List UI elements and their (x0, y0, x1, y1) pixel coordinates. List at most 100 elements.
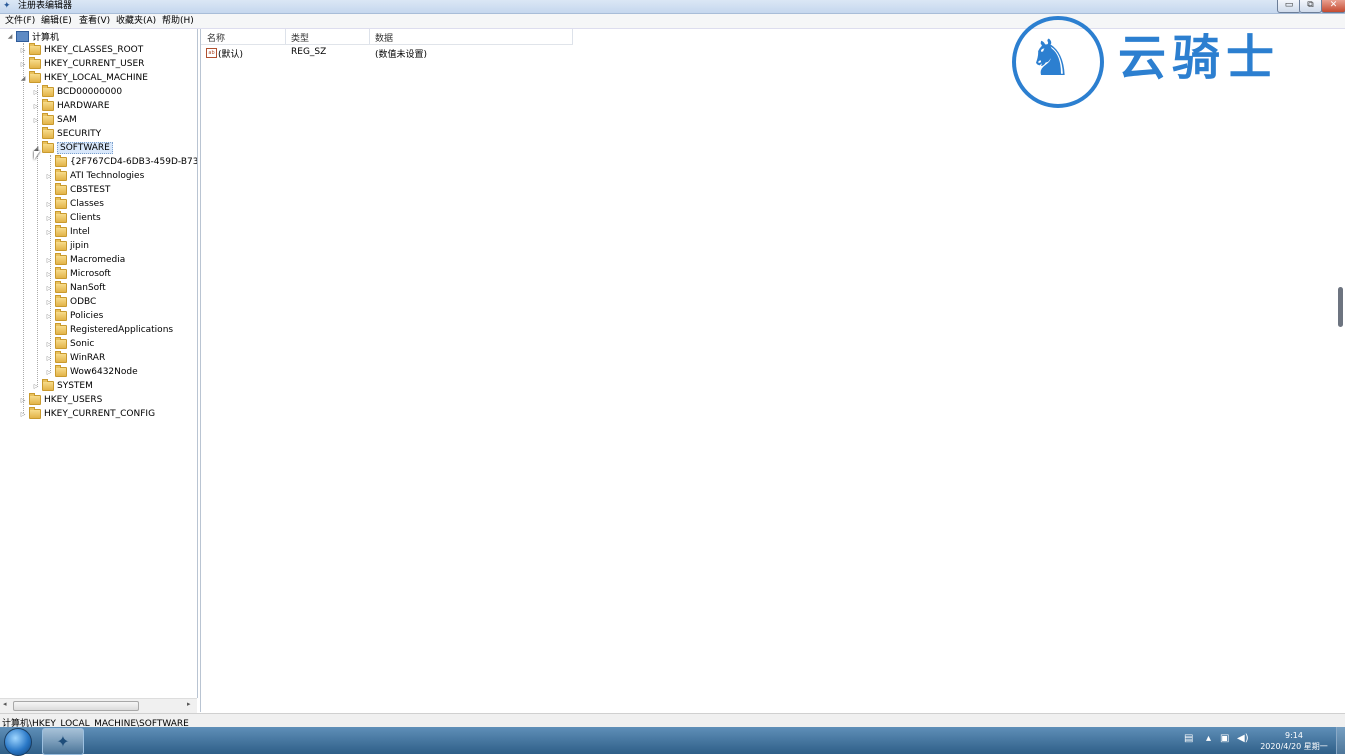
collapsed-arrow-icon[interactable]: ▷ (45, 355, 53, 362)
collapsed-arrow-icon[interactable]: ▷ (45, 369, 53, 376)
tree-label: HARDWARE (57, 101, 110, 111)
collapsed-arrow-icon[interactable]: ▷ (19, 61, 27, 68)
tree-item-hku[interactable]: ▷ HKEY_USERS (19, 393, 102, 407)
collapsed-arrow-icon[interactable]: ▷ (19, 397, 27, 404)
collapsed-arrow-icon[interactable]: ▷ (19, 411, 27, 418)
menu-help[interactable]: 帮助(H) (162, 15, 194, 27)
collapsed-arrow-icon[interactable]: ▷ (19, 47, 27, 54)
tray-expand-icon[interactable]: ▴ (1206, 733, 1211, 744)
folder-icon (55, 183, 67, 195)
tree-item-software-child[interactable]: ▷ ATI Technologies (45, 169, 144, 183)
tree-item-system[interactable]: ▷ SYSTEM (32, 379, 93, 393)
column-divider[interactable] (369, 29, 370, 44)
tree-item-software-child[interactable]: ▷ Policies (45, 309, 103, 323)
tree-item-hkcc[interactable]: ▷ HKEY_CURRENT_CONFIG (19, 407, 155, 421)
keyboard-icon[interactable]: ▤ (1184, 733, 1193, 744)
expanded-arrow-icon[interactable]: ◢ (6, 33, 14, 40)
tree-root-computer[interactable]: ◢ 计算机 (6, 29, 59, 43)
tree-item-sam[interactable]: ▷ SAM (32, 113, 77, 127)
menu-favorites[interactable]: 收藏夹(A) (116, 15, 156, 27)
collapsed-arrow-icon[interactable]: ▷ (45, 341, 53, 348)
tree-label: Macromedia (70, 255, 126, 265)
scrollbar-thumb[interactable] (13, 701, 139, 711)
collapsed-arrow-icon[interactable]: ▷ (45, 229, 53, 236)
tree-item-software-child[interactable]: ▷ Sonic (45, 337, 94, 351)
collapsed-arrow-icon[interactable]: ▷ (45, 271, 53, 278)
clock[interactable]: 9:14 2020/4/20 星期一 (1255, 730, 1333, 752)
collapsed-arrow-icon[interactable]: ▷ (45, 215, 53, 222)
value-data: (数值未设置) (375, 50, 428, 60)
collapsed-arrow-icon[interactable]: ▷ (32, 383, 40, 390)
collapsed-arrow-icon[interactable]: ▷ (32, 103, 40, 110)
menu-view[interactable]: 查看(V) (79, 15, 110, 27)
regedit-app-icon: ✦ (3, 1, 11, 11)
tree-item-software-child[interactable]: ▷ Classes (45, 197, 104, 211)
start-button[interactable] (4, 728, 32, 756)
tree-horizontal-scrollbar[interactable]: ◂ ▸ (0, 698, 197, 713)
tree-label: HKEY_LOCAL_MACHINE (44, 73, 148, 83)
collapsed-arrow-icon[interactable]: ▷ (45, 201, 53, 208)
tree-item-software-child[interactable]: ▷ Intel (45, 225, 90, 239)
collapsed-arrow-icon[interactable]: ▷ (45, 299, 53, 306)
tree-item-software-child[interactable]: ▷ NanSoft (45, 281, 106, 295)
folder-icon (55, 323, 67, 335)
column-divider[interactable] (285, 29, 286, 44)
collapsed-arrow-icon[interactable]: ▷ (45, 173, 53, 180)
folder-icon (55, 169, 67, 181)
column-header-data[interactable]: 数据 (375, 31, 393, 44)
tree-item-software[interactable]: ◢ SOFTWARE (32, 141, 113, 155)
tree-label: Clients (70, 213, 101, 223)
scroll-right-arrow-icon[interactable]: ▸ (187, 700, 191, 708)
column-header-type[interactable]: 类型 (291, 31, 309, 44)
network-icon[interactable]: ▣ (1220, 733, 1229, 744)
menu-file[interactable]: 文件(F) (5, 15, 35, 27)
values-list[interactable]: 名称 类型 数据 ab (默认) REG_SZ (数值未设置) (200, 29, 1345, 712)
tree-item-software-child[interactable]: ▷ Macromedia (45, 253, 125, 267)
tree-item-software-child[interactable]: RegisteredApplications (45, 323, 173, 337)
column-divider[interactable] (572, 29, 573, 44)
column-header: 名称 类型 数据 (201, 29, 573, 45)
minimize-button[interactable]: ▭ (1277, 0, 1301, 13)
tree-item-software-child[interactable]: jipin (45, 239, 89, 253)
vertical-scroll-thumb[interactable] (1338, 287, 1343, 327)
tree-item-software-child[interactable]: ▷ Clients (45, 211, 101, 225)
folder-icon (55, 309, 67, 321)
menu-edit[interactable]: 编辑(E) (41, 15, 72, 27)
tree-item-software-child[interactable]: ▷ ODBC (45, 295, 96, 309)
folder-icon (55, 351, 67, 363)
column-header-name[interactable]: 名称 (207, 31, 225, 44)
collapsed-arrow-icon[interactable]: ▷ (32, 89, 40, 96)
tree-item-software-child[interactable]: {2F767CD4-6DB3-459D-B730-9 (45, 155, 198, 169)
tree-item-software-child[interactable]: ▷ Wow6432Node (45, 365, 138, 379)
tree-label: Intel (70, 227, 90, 237)
tree-item-software-child[interactable]: ▷ Microsoft (45, 267, 111, 281)
collapsed-arrow-icon[interactable]: ▷ (32, 117, 40, 124)
maximize-button[interactable]: ⧉ (1299, 0, 1322, 13)
collapsed-arrow-icon[interactable]: ▷ (45, 285, 53, 292)
tree-item-hkcu[interactable]: ▷ HKEY_CURRENT_USER (19, 57, 144, 71)
tree-label: {2F767CD4-6DB3-459D-B730-9 (70, 157, 198, 167)
volume-icon[interactable]: ◀) (1237, 733, 1249, 744)
tree-item-bcd[interactable]: ▷ BCD00000000 (32, 85, 122, 99)
tree-label: Wow6432Node (70, 367, 138, 377)
tree-item-hklm[interactable]: ◢ HKEY_LOCAL_MACHINE (19, 71, 148, 85)
taskbar-regedit-button[interactable]: ✦ (42, 728, 84, 755)
close-button[interactable]: ✕ (1321, 0, 1345, 13)
scroll-left-arrow-icon[interactable]: ◂ (3, 700, 7, 708)
computer-icon (16, 30, 29, 42)
tree-item-software-child[interactable]: ▷ WinRAR (45, 351, 105, 365)
collapsed-arrow-icon[interactable]: ▷ (45, 313, 53, 320)
tree-item-software-child[interactable]: CBSTEST (45, 183, 110, 197)
expanded-arrow-icon[interactable]: ◢ (19, 75, 27, 82)
tree-item-hardware[interactable]: ▷ HARDWARE (32, 99, 110, 113)
tree-item-security[interactable]: SECURITY (32, 127, 101, 141)
registry-tree[interactable]: ◢ 计算机 ▷ HKEY_CLASSES_ROOT ▷ HKEY_CURRENT… (0, 29, 198, 698)
collapsed-arrow-icon[interactable]: ▷ (45, 257, 53, 264)
clock-time: 9:14 (1285, 731, 1303, 740)
string-value-icon: ab (206, 48, 217, 58)
show-desktop-button[interactable] (1336, 727, 1345, 754)
tree-item-hkcr[interactable]: ▷ HKEY_CLASSES_ROOT (19, 43, 143, 57)
tree-guide-line (23, 43, 24, 413)
clock-date: 2020/4/20 星期一 (1260, 742, 1328, 751)
watermark-logo: ♞ 云骑士 (1010, 14, 1330, 108)
